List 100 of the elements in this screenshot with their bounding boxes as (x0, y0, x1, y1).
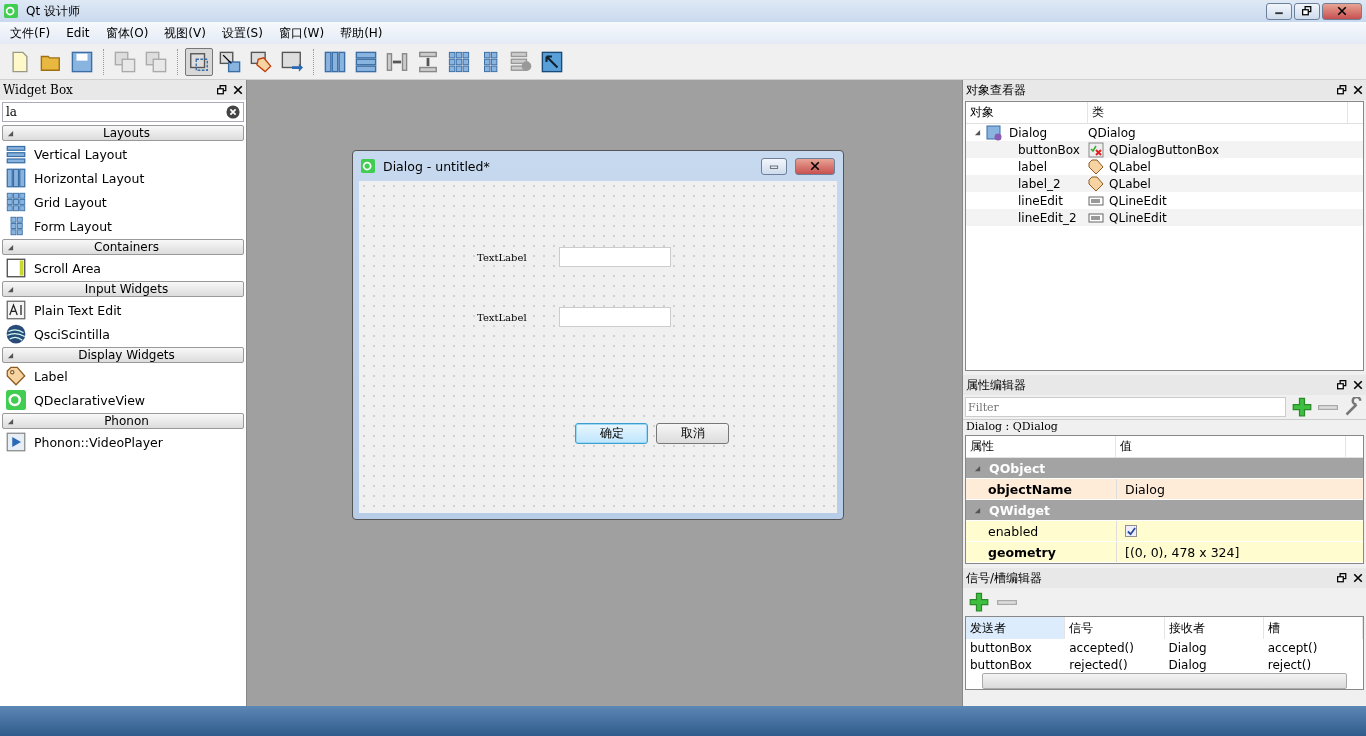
float-icon (1337, 85, 1347, 95)
object-name[interactable]: lineEdit_2 (1018, 210, 1077, 225)
class-name: QDialogButtonBox (1109, 142, 1220, 157)
table-cell-text: accepted() (1068, 640, 1135, 655)
menu-item[interactable]: 视图(V) (156, 24, 214, 42)
widget-item[interactable]: Phonon::VideoPlayer (0, 430, 246, 454)
object-name[interactable]: label_2 (1018, 176, 1061, 191)
globe-icon (6, 324, 26, 344)
category-header[interactable]: Layouts (2, 125, 244, 141)
table-cell-text: Dialog (1167, 657, 1208, 672)
menu-item[interactable]: 设置(S) (213, 24, 271, 42)
horizontal-layout-icon (324, 50, 346, 73)
close-icon (1353, 380, 1363, 390)
column-header[interactable]: 属性 (966, 436, 1116, 457)
category-header[interactable]: Input Widgets (2, 281, 244, 297)
widget-item[interactable]: Plain Text Edit (0, 298, 246, 322)
category-header[interactable]: Display Widgets (2, 347, 244, 363)
close-icon (1353, 573, 1363, 583)
menu-item[interactable]: 窗体(O) (97, 24, 157, 42)
search-field[interactable]: la (2, 102, 244, 122)
vertical-splitter-icon (417, 50, 439, 73)
column-header[interactable]: 接收者 (1164, 617, 1264, 639)
column-header[interactable]: 对象 (966, 102, 1088, 123)
close-button[interactable] (795, 157, 835, 175)
widget-item[interactable]: Label (0, 364, 246, 388)
signal-slot-icon (219, 50, 241, 73)
panel-title: 信号/槽编辑器 (966, 569, 1044, 587)
expanded-arrow-icon (7, 243, 14, 251)
category-header[interactable]: Containers (2, 239, 244, 255)
dialog-button[interactable]: 确定 (575, 423, 648, 444)
grid-layout-icon (6, 192, 26, 212)
class-name: QLabel (1109, 159, 1151, 174)
table-cell-text: buttonBox (969, 657, 1033, 672)
widget-item[interactable]: Vertical Layout (0, 142, 246, 166)
tag-icon (1088, 158, 1104, 175)
column-header[interactable]: 发送者 (966, 617, 1066, 639)
expanded-arrow-icon (7, 129, 14, 137)
dialog-icon (986, 124, 1002, 141)
menu-item[interactable]: Edit (58, 26, 98, 40)
tab-order-icon (281, 50, 303, 73)
wrench-icon (1344, 397, 1364, 417)
close-icon (810, 161, 820, 171)
filter-field[interactable]: Filter (965, 397, 1286, 417)
float-icon (1337, 573, 1347, 583)
scroll-area-icon (6, 258, 26, 278)
float-icon (1337, 380, 1347, 390)
column-header[interactable]: 信号 (1065, 617, 1165, 639)
column-header[interactable]: 类 (1088, 102, 1348, 123)
property-name: enabled (987, 523, 1040, 539)
menu-item[interactable]: 窗口(W) (270, 24, 333, 42)
object-name[interactable]: buttonBox (1018, 142, 1080, 157)
save-icon (71, 50, 93, 73)
break-layout-icon (510, 50, 532, 73)
expanded-arrow-icon (7, 351, 14, 359)
table-cell-text: buttonBox (969, 640, 1033, 655)
tag-icon (1088, 175, 1104, 192)
expanded-arrow-icon (974, 506, 981, 514)
class-name: QDialog (1088, 125, 1136, 140)
category-header[interactable]: Phonon (2, 413, 244, 429)
adjust-size-icon (541, 50, 563, 73)
widget-item[interactable]: Horizontal Layout (0, 166, 246, 190)
minimize-button[interactable] (761, 157, 787, 175)
dialog-button[interactable]: 取消 (656, 423, 729, 444)
property-name: geometry (987, 544, 1057, 560)
class-name: QLineEdit (1109, 193, 1167, 208)
scrollbar[interactable] (982, 673, 1347, 689)
object-name[interactable]: lineEdit (1018, 193, 1063, 208)
toolbar-button[interactable] (185, 47, 213, 76)
property-value[interactable]: Dialog (1125, 481, 1165, 497)
select-mode-icon (188, 50, 210, 73)
horizontal-splitter-icon (386, 50, 408, 73)
menu-item[interactable]: 文件(F) (2, 24, 59, 42)
widget-item[interactable]: QsciScintilla (0, 322, 246, 346)
restore-button[interactable] (1294, 2, 1320, 20)
column-header[interactable]: 值 (1116, 436, 1346, 457)
widget-item[interactable]: Grid Layout (0, 190, 246, 214)
checkbox[interactable] (1125, 525, 1137, 537)
object-name[interactable]: Dialog (1009, 125, 1048, 140)
expanded-arrow-icon (7, 285, 14, 293)
float-icon (217, 85, 227, 95)
window-title: Qt 设计师 (26, 2, 81, 20)
widget-item[interactable]: Form Layout (0, 214, 246, 238)
vertical-layout-icon (6, 144, 26, 164)
text-label: TextLabel (477, 251, 528, 263)
close-icon (1353, 85, 1363, 95)
tag-icon (6, 366, 26, 386)
menu-item[interactable]: 帮助(H) (332, 24, 391, 42)
widget-item[interactable]: Scroll Area (0, 256, 246, 280)
object-name[interactable]: label (1018, 159, 1048, 174)
property-value[interactable]: [(0, 0), 478 x 324] (1125, 544, 1240, 560)
table-cell-text: reject() (1266, 657, 1313, 672)
table-cell-text: accept() (1266, 640, 1319, 655)
minimize-button[interactable] (1266, 2, 1292, 20)
property-name: objectName (987, 481, 1074, 497)
column-header[interactable]: 槽 (1263, 617, 1363, 639)
close-button[interactable] (1322, 2, 1362, 20)
expanded-arrow-icon (7, 417, 14, 425)
widget-item[interactable]: QDeclarativeView (0, 388, 246, 412)
qt-logo-icon (6, 390, 26, 410)
close-icon (1337, 6, 1347, 16)
